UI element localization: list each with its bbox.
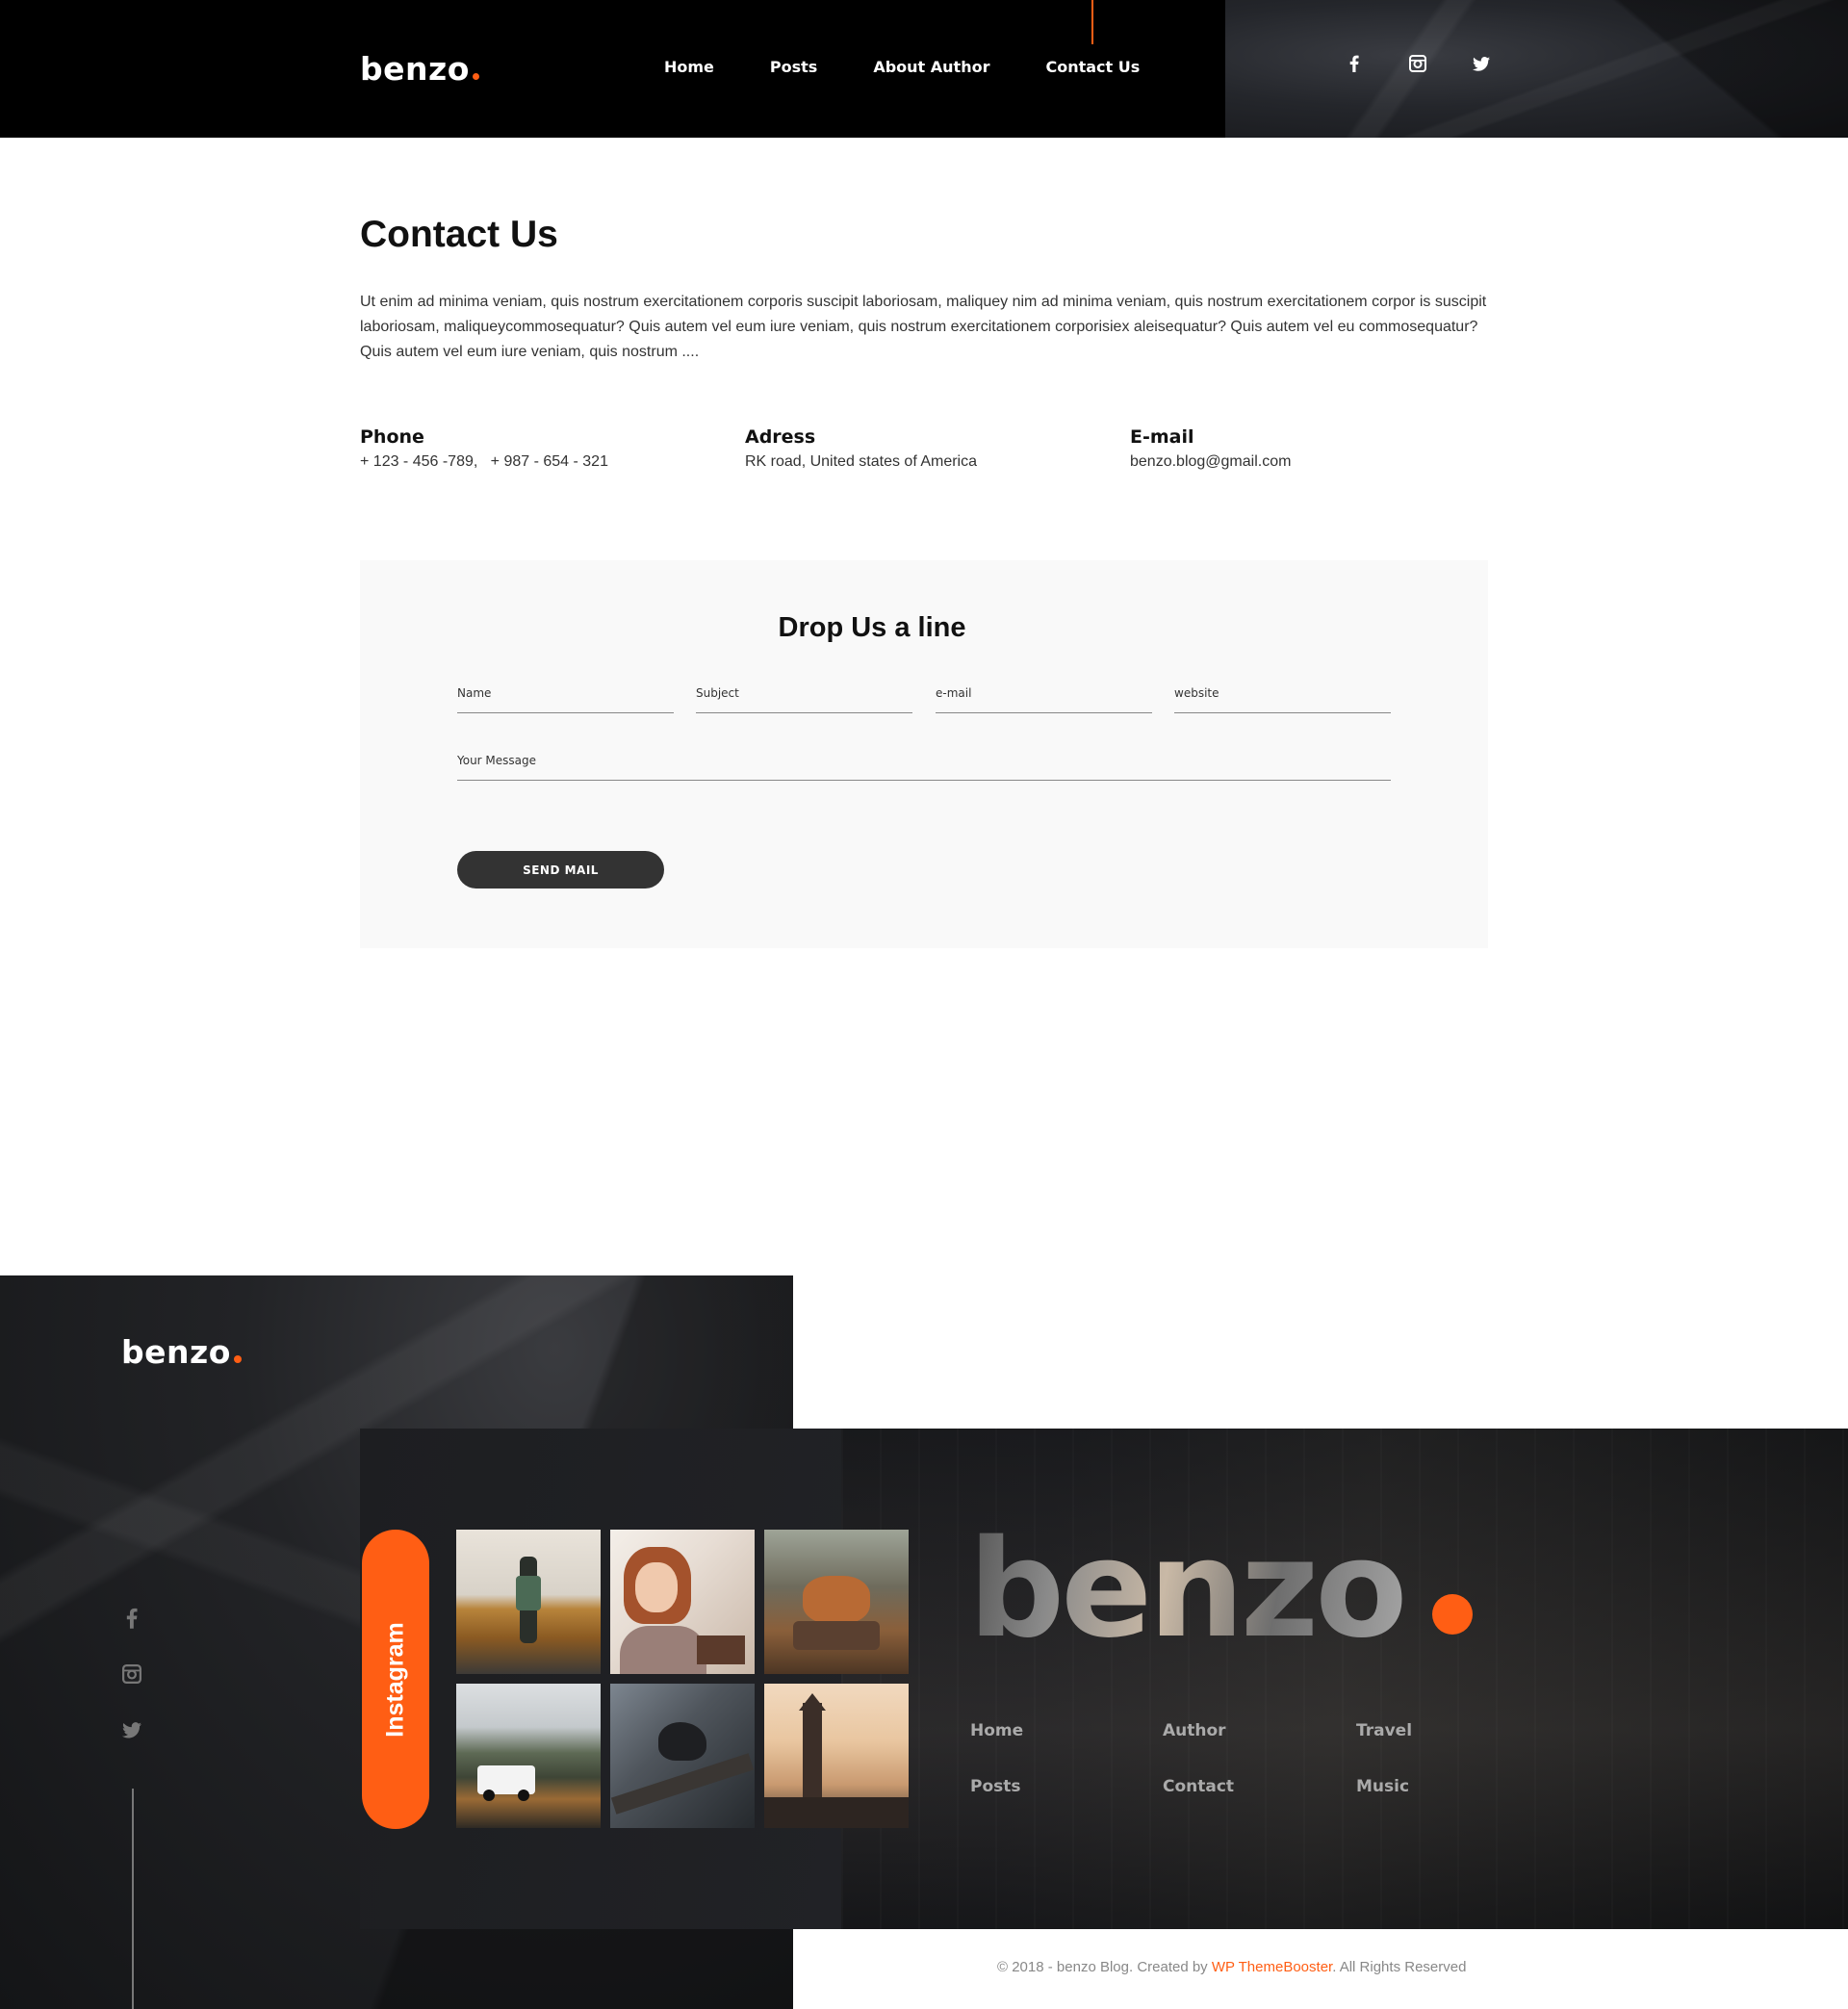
logo-text: benzo [360, 50, 470, 88]
logo-dot [472, 73, 479, 80]
website-placeholder: website [1174, 686, 1219, 700]
footer-link-posts[interactable]: Posts [970, 1777, 1021, 1796]
form-title: Drop Us a line [778, 612, 966, 643]
footer-link-travel[interactable]: Travel [1356, 1721, 1412, 1740]
header-background-image [1225, 0, 1848, 138]
bird-photo[interactable] [610, 1684, 755, 1828]
nav-posts[interactable]: Posts [770, 58, 817, 76]
copyright-prefix: © 2018 - benzo Blog. Created by [997, 1959, 1212, 1975]
intro-paragraph: Ut enim ad minima veniam, quis nostrum e… [360, 294, 1487, 360]
nav-home[interactable]: Home [664, 58, 714, 76]
contact-heading: Adress [745, 426, 816, 448]
main-nav: Home Posts About Author Contact Us [664, 0, 1195, 76]
footer-logo[interactable]: benzo [121, 1333, 242, 1371]
facebook-icon[interactable] [119, 1606, 144, 1631]
header-logo[interactable]: benzo [360, 50, 479, 88]
jeep-photo[interactable] [456, 1684, 601, 1828]
vertical-divider [132, 1789, 134, 2009]
twitter-icon[interactable] [1471, 53, 1492, 74]
contact-phone: Phone + 123 - 456 -789, + 987 - 654 - 32… [360, 426, 608, 471]
facebook-icon[interactable] [1344, 53, 1365, 74]
woman-reading-photo[interactable] [610, 1530, 755, 1674]
name-placeholder: Name [457, 686, 492, 700]
footer-link-home[interactable]: Home [970, 1721, 1023, 1740]
walking-man-photo[interactable] [456, 1530, 601, 1674]
footer-big-logo: benzo [968, 1511, 1407, 1668]
logo-dot [233, 1355, 242, 1363]
footer-link-author[interactable]: Author [1163, 1721, 1226, 1740]
nav-about-author[interactable]: About Author [873, 58, 989, 76]
email-placeholder: e-mail [936, 686, 972, 700]
contact-value: RK road, United states of America [745, 453, 977, 470]
contact-heading: E-mail [1130, 426, 1194, 448]
message-field[interactable]: Your Message [457, 740, 1391, 781]
send-mail-button[interactable]: SEND MAIL [457, 851, 664, 889]
contact-value: + 123 - 456 -789, + 987 - 654 - 321 [360, 453, 608, 470]
subject-placeholder: Subject [696, 686, 739, 700]
contact-form: Drop Us a line Name Subject e-mail websi… [360, 560, 1488, 948]
copyright-text: © 2018 - benzo Blog. Created by WP Theme… [997, 1959, 1466, 1975]
big-logo-dot [1432, 1594, 1473, 1635]
active-indicator [1091, 0, 1094, 44]
twitter-icon[interactable] [119, 1717, 144, 1742]
site-header: benzo Home Posts About Author Contact Us [0, 0, 1848, 138]
footer-social [119, 1606, 144, 1773]
copyright-suffix: . All Rights Reserved [1332, 1959, 1467, 1975]
instagram-icon[interactable] [1407, 53, 1428, 74]
nav-contact-us-label: Contact Us [1045, 58, 1141, 76]
footer-link-music[interactable]: Music [1356, 1777, 1409, 1796]
website-field[interactable]: website [1174, 673, 1391, 713]
contact-email: E-mail benzo.blog@gmail.com [1130, 426, 1291, 471]
instagram-icon[interactable] [119, 1661, 144, 1687]
email-field[interactable]: e-mail [936, 673, 1152, 713]
nav-contact-us[interactable]: Contact Us [1045, 0, 1141, 76]
instagram-label: Instagram [381, 1621, 409, 1738]
contact-value: benzo.blog@gmail.com [1130, 453, 1292, 470]
themebooster-link[interactable]: WP ThemeBooster [1212, 1959, 1332, 1975]
page-title: Contact Us [360, 214, 558, 255]
message-placeholder: Your Message [457, 754, 537, 767]
contact-heading: Phone [360, 426, 424, 448]
name-field[interactable]: Name [457, 673, 674, 713]
subject-field[interactable]: Subject [696, 673, 912, 713]
header-social [1344, 53, 1492, 74]
clock-tower-photo[interactable] [764, 1684, 909, 1828]
footer-link-contact[interactable]: Contact [1163, 1777, 1234, 1796]
instagram-tag[interactable]: Instagram [362, 1530, 429, 1829]
dog-photo[interactable] [764, 1530, 909, 1674]
contact-address: Adress RK road, United states of America [745, 426, 977, 471]
footer-panel: Instagram benzo Home Author Travel Posts… [360, 1429, 1848, 1929]
instagram-grid [456, 1530, 909, 1828]
logo-text: benzo [121, 1333, 231, 1371]
